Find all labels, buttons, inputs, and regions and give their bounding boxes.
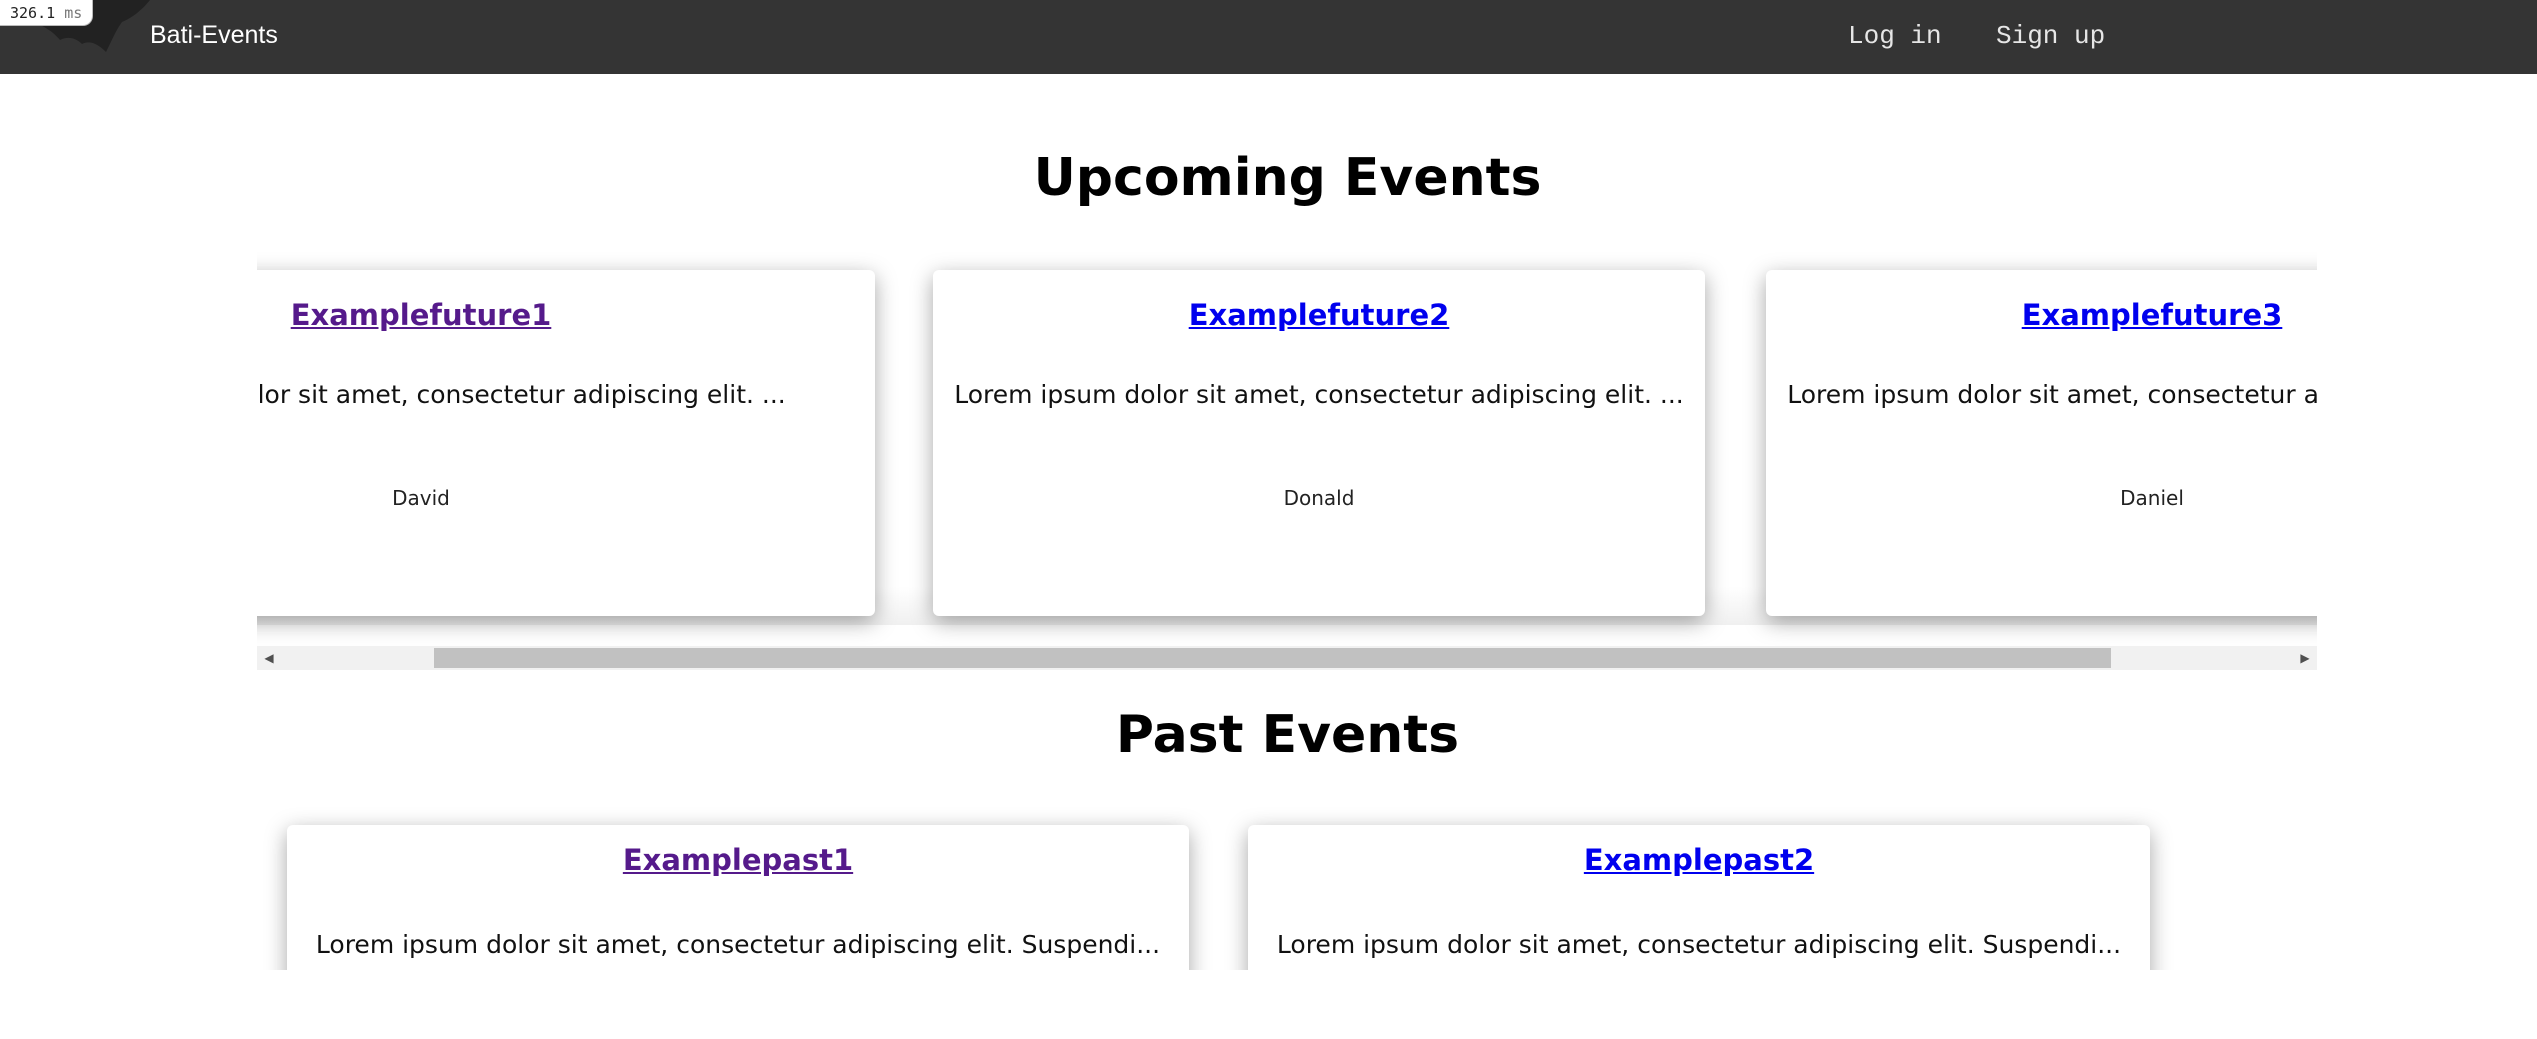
brand-name[interactable]: Bati-Events [150,21,278,50]
scroll-left-arrow-icon[interactable]: ◀ [257,646,281,670]
event-card: Examplefuture3 Lorem ipsum dolor sit ame… [1766,270,2317,616]
horizontal-scrollbar[interactable]: ◀ ▶ [257,646,2317,670]
event-title-link[interactable]: Examplefuture1 [257,298,875,332]
event-card: Examplefuture2 Lorem ipsum dolor sit ame… [933,270,1705,616]
event-description: Lorem ipsum dolor sit amet, consectetur … [954,380,1684,409]
event-title-link[interactable]: Examplepast2 [1248,843,2150,877]
event-card: Examplepast2 Lorem ipsum dolor sit amet,… [1248,825,2150,970]
event-author: David [392,486,450,510]
past-events-heading: Past Events [1115,705,1460,765]
event-title-link[interactable]: Examplefuture2 [933,298,1705,332]
login-link[interactable]: Log in [1848,21,1942,51]
scrollbar-thumb[interactable] [434,648,2111,668]
timing-unit: ms [64,4,83,22]
event-card: Examplepast1 Lorem ipsum dolor sit amet,… [287,825,1189,970]
event-description: Lorem ipsum dolor sit amet, consectetur … [1787,380,2317,409]
event-author: Daniel [2120,486,2184,510]
event-author: Donald [1283,486,1355,510]
event-description: Lorem ipsum dolor sit amet, consectetur … [1276,930,2122,959]
upcoming-events-heading: Upcoming Events [1033,148,1542,208]
upcoming-events-scroller[interactable]: Examplefuture1 Lorem ipsum dolor sit ame… [257,240,2317,670]
scroll-right-arrow-icon[interactable]: ▶ [2293,646,2317,670]
event-description: Lorem ipsum dolor sit amet, consectetur … [257,380,786,409]
past-events-list: Examplepast1 Lorem ipsum dolor sit amet,… [0,790,2537,970]
event-card: Examplefuture1 Lorem ipsum dolor sit ame… [257,270,875,616]
timing-value: 326.1 [10,4,56,22]
navbar: Bati-Events Log in Sign up [0,0,2537,74]
event-title-link[interactable]: Examplefuture3 [1766,298,2317,332]
signup-link[interactable]: Sign up [1996,21,2105,51]
event-title-link[interactable]: Examplepast1 [287,843,1189,877]
timing-badge: 326.1 ms [0,0,94,26]
event-description: Lorem ipsum dolor sit amet, consectetur … [315,930,1161,959]
